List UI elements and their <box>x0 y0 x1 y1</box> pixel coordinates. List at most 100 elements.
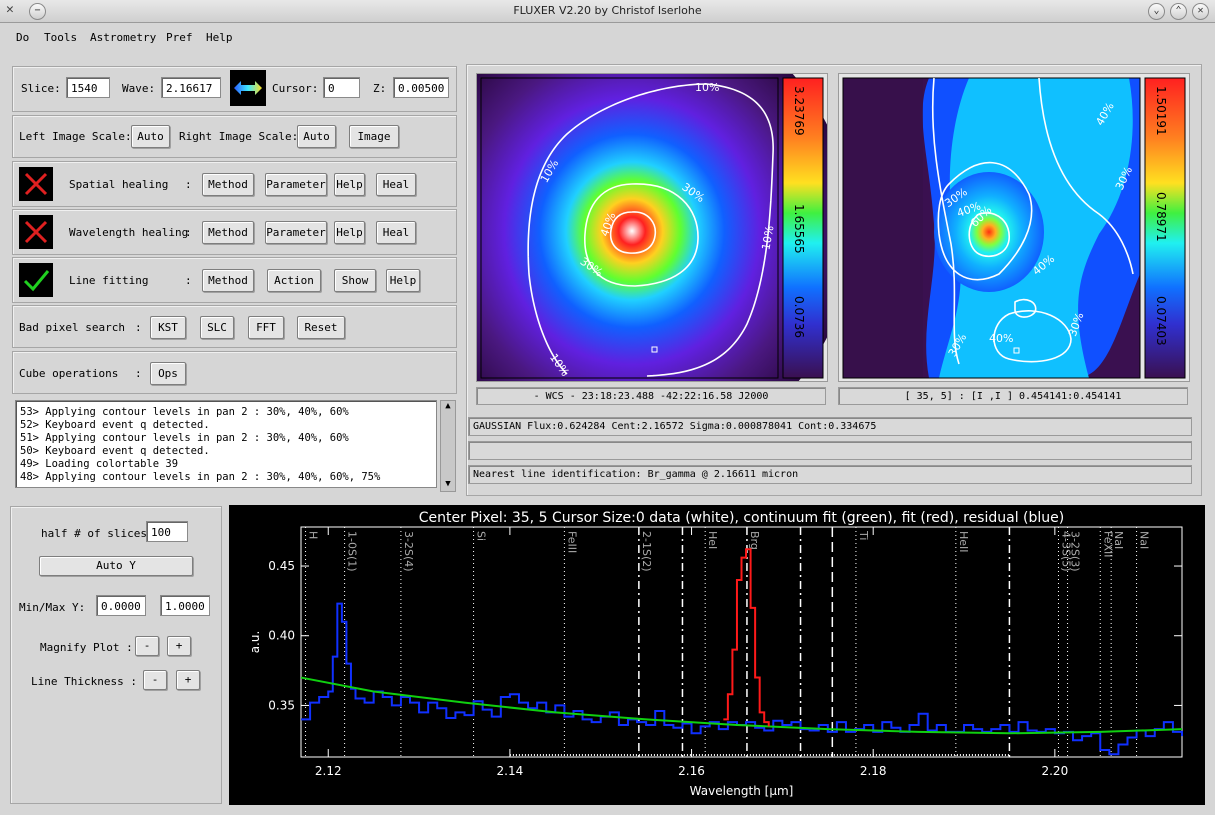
linefit-method-button[interactable]: Method <box>202 269 254 292</box>
series-line <box>300 676 1183 735</box>
kst-button[interactable]: KST <box>150 316 186 339</box>
line-id-label: HeI <box>706 531 719 549</box>
x-tick-label: 2.16 <box>678 764 705 778</box>
spatial-parameter-button[interactable]: Parameter <box>265 173 327 196</box>
x-tick-label: 2.12 <box>315 764 342 778</box>
scroll-down-icon[interactable]: ▼ <box>441 479 455 491</box>
right-scale-auto-button[interactable]: Auto <box>297 125 336 148</box>
right-colorbar-mid: 0.78971 <box>1154 192 1168 242</box>
spectrum-chart[interactable]: Center Pixel: 35, 5 Cursor Size:0 data (… <box>229 505 1205 805</box>
right-colorbar-min: 0.07403 <box>1154 296 1168 346</box>
wavelength-heal-button[interactable]: Heal <box>376 221 416 244</box>
message-log[interactable]: 53> Applying contour levels in pan 2 : 3… <box>15 400 437 488</box>
red-x-icon <box>19 167 53 201</box>
cube-operations-label: Cube operations <box>19 367 119 380</box>
spatial-method-button[interactable]: Method <box>202 173 254 196</box>
wavelength-method-button[interactable]: Method <box>202 221 254 244</box>
x-tick-label: 2.14 <box>497 764 524 778</box>
reset-button[interactable]: Reset <box>297 316 345 339</box>
linefit-help-button[interactable]: Help <box>386 269 420 292</box>
series-line <box>301 602 1183 756</box>
wavelength-help-button[interactable]: Help <box>334 221 365 244</box>
left-image-status: - WCS - 23:18:23.488 -42:22:16.58 J2000 <box>476 387 826 405</box>
menu-do[interactable]: Do <box>16 31 29 44</box>
log-scrollbar[interactable]: ▲ ▼ <box>440 400 456 492</box>
linefit-show-button[interactable]: Show <box>334 269 376 292</box>
wavelength-healing-panel: Wavelength healing : Method Parameter He… <box>12 209 457 255</box>
cube-operations-panel: Cube operations : Ops <box>12 351 457 394</box>
scroll-up-icon[interactable]: ▲ <box>441 401 455 413</box>
left-colorbar-min: 0.0736 <box>792 296 806 338</box>
log-line: 53> Applying contour levels in pan 2 : 3… <box>20 406 349 418</box>
image-button[interactable]: Image <box>349 125 399 148</box>
menu-bar: Do Tools Astrometry Pref Help <box>0 23 1215 50</box>
minimize-button[interactable]: ⌄ <box>1148 3 1165 20</box>
slice-label: Slice: <box>21 82 61 95</box>
spectrum-plot[interactable]: Center Pixel: 35, 5 Cursor Size:0 data (… <box>229 505 1205 805</box>
left-scale-auto-button[interactable]: Auto <box>131 125 170 148</box>
magnify-plus-button[interactable]: + <box>167 636 191 656</box>
maximize-button[interactable]: ⌃ <box>1170 3 1187 20</box>
wave-label: Wave: <box>122 82 156 95</box>
contour-label: 10% <box>695 81 719 94</box>
wavelength-parameter-button[interactable]: Parameter <box>265 221 327 244</box>
left-flux-map[interactable]: 10% 10% 30% 30% 40% 10% 10% 3.23769 1.65… <box>412 1 852 461</box>
menu-astrometry[interactable]: Astrometry <box>90 31 156 44</box>
menu-help[interactable]: Help <box>206 31 233 44</box>
slice-input[interactable]: 1540 <box>66 77 110 98</box>
line-id-label: 1-0S(1) <box>346 531 359 572</box>
spatial-help-button[interactable]: Help <box>334 173 365 196</box>
plot-controls-panel: half # of slices 100 Auto Y Min/Max Y: 0… <box>10 506 222 804</box>
thickness-plus-button[interactable]: + <box>176 670 200 690</box>
z-input[interactable]: 0.00500 <box>393 77 449 98</box>
left-colorbar-mid: 1.65565 <box>792 204 806 254</box>
chart-title: Center Pixel: 35, 5 Cursor Size:0 data (… <box>419 510 1064 526</box>
right-image-scale-label: Right Image Scale: <box>179 130 299 143</box>
max-y-input[interactable]: 1.0000 <box>160 595 210 616</box>
spatial-colon: : <box>185 178 192 191</box>
image-scale-panel: Left Image Scale: Auto Right Image Scale… <box>12 115 457 158</box>
cursor-label: Cursor: <box>272 82 319 95</box>
fit-result-line-2 <box>468 441 1192 460</box>
min-y-input[interactable]: 0.0000 <box>96 595 146 616</box>
magnify-minus-button[interactable]: - <box>135 636 159 656</box>
ops-button[interactable]: Ops <box>150 362 186 385</box>
swap-arrows-icon[interactable] <box>230 70 266 106</box>
wave-input[interactable]: 2.16617 <box>161 77 221 98</box>
close-button[interactable]: ✕ <box>1192 3 1209 20</box>
contour-label: 40% <box>989 332 1013 345</box>
menu-pref[interactable]: Pref <box>166 31 193 44</box>
auto-y-button[interactable]: Auto Y <box>39 556 193 576</box>
y-tick-label: 0.35 <box>268 698 295 712</box>
thickness-minus-button[interactable]: - <box>143 670 167 690</box>
right-image-status: [ 35, 5] : [I ,I ] 0.454141:0.454141 <box>838 387 1188 405</box>
cursor-input[interactable]: 0 <box>323 77 360 98</box>
log-line: 48> Applying contour levels in pan 2 : 3… <box>20 471 381 483</box>
y-tick-label: 0.45 <box>268 559 295 573</box>
fft-button[interactable]: FFT <box>248 316 284 339</box>
line-identification: Nearest line identification: Br_gamma @ … <box>468 465 1192 484</box>
line-id-label: 3-2S(4) <box>402 531 415 572</box>
line-id-label: Ti <box>857 530 870 540</box>
spatial-heal-button[interactable]: Heal <box>376 173 416 196</box>
spatial-healing-label: Spatial healing <box>69 178 169 191</box>
log-line: 50> Keyboard event q detected. <box>20 445 210 457</box>
min-max-y-label: Min/Max Y: <box>19 601 86 614</box>
slc-button[interactable]: SLC <box>200 316 234 339</box>
line-thickness-label: Line Thickness : <box>31 675 137 688</box>
half-slices-label: half # of slices <box>41 527 147 540</box>
x-tick-label: 2.18 <box>860 764 887 778</box>
right-colorbar-max: 1.50191 <box>1154 86 1168 136</box>
linefit-action-button[interactable]: Action <box>267 269 321 292</box>
line-id-label: HeII <box>957 531 970 553</box>
menu-tools[interactable]: Tools <box>44 31 77 44</box>
window-title: FLUXER V2.20 by Christof Iserlohe <box>513 4 702 17</box>
slice-controls-panel: Slice: 1540 Wave: 2.16617 Cursor: 0 Z: 0… <box>12 66 457 112</box>
log-line: 51> Applying contour levels in pan 2 : 3… <box>20 432 349 444</box>
line-fitting-label: Line fitting <box>69 274 149 287</box>
line-fitting-colon: : <box>185 274 192 287</box>
half-slices-input[interactable]: 100 <box>146 521 188 542</box>
line-id-label: Brg <box>748 531 761 550</box>
bad-pixel-panel: Bad pixel search : KST SLC FFT Reset <box>12 305 457 348</box>
right-flux-map[interactable]: 40% 30% 40% 60% 40% 30% 40% 30% 30% 1.50… <box>839 74 1189 381</box>
